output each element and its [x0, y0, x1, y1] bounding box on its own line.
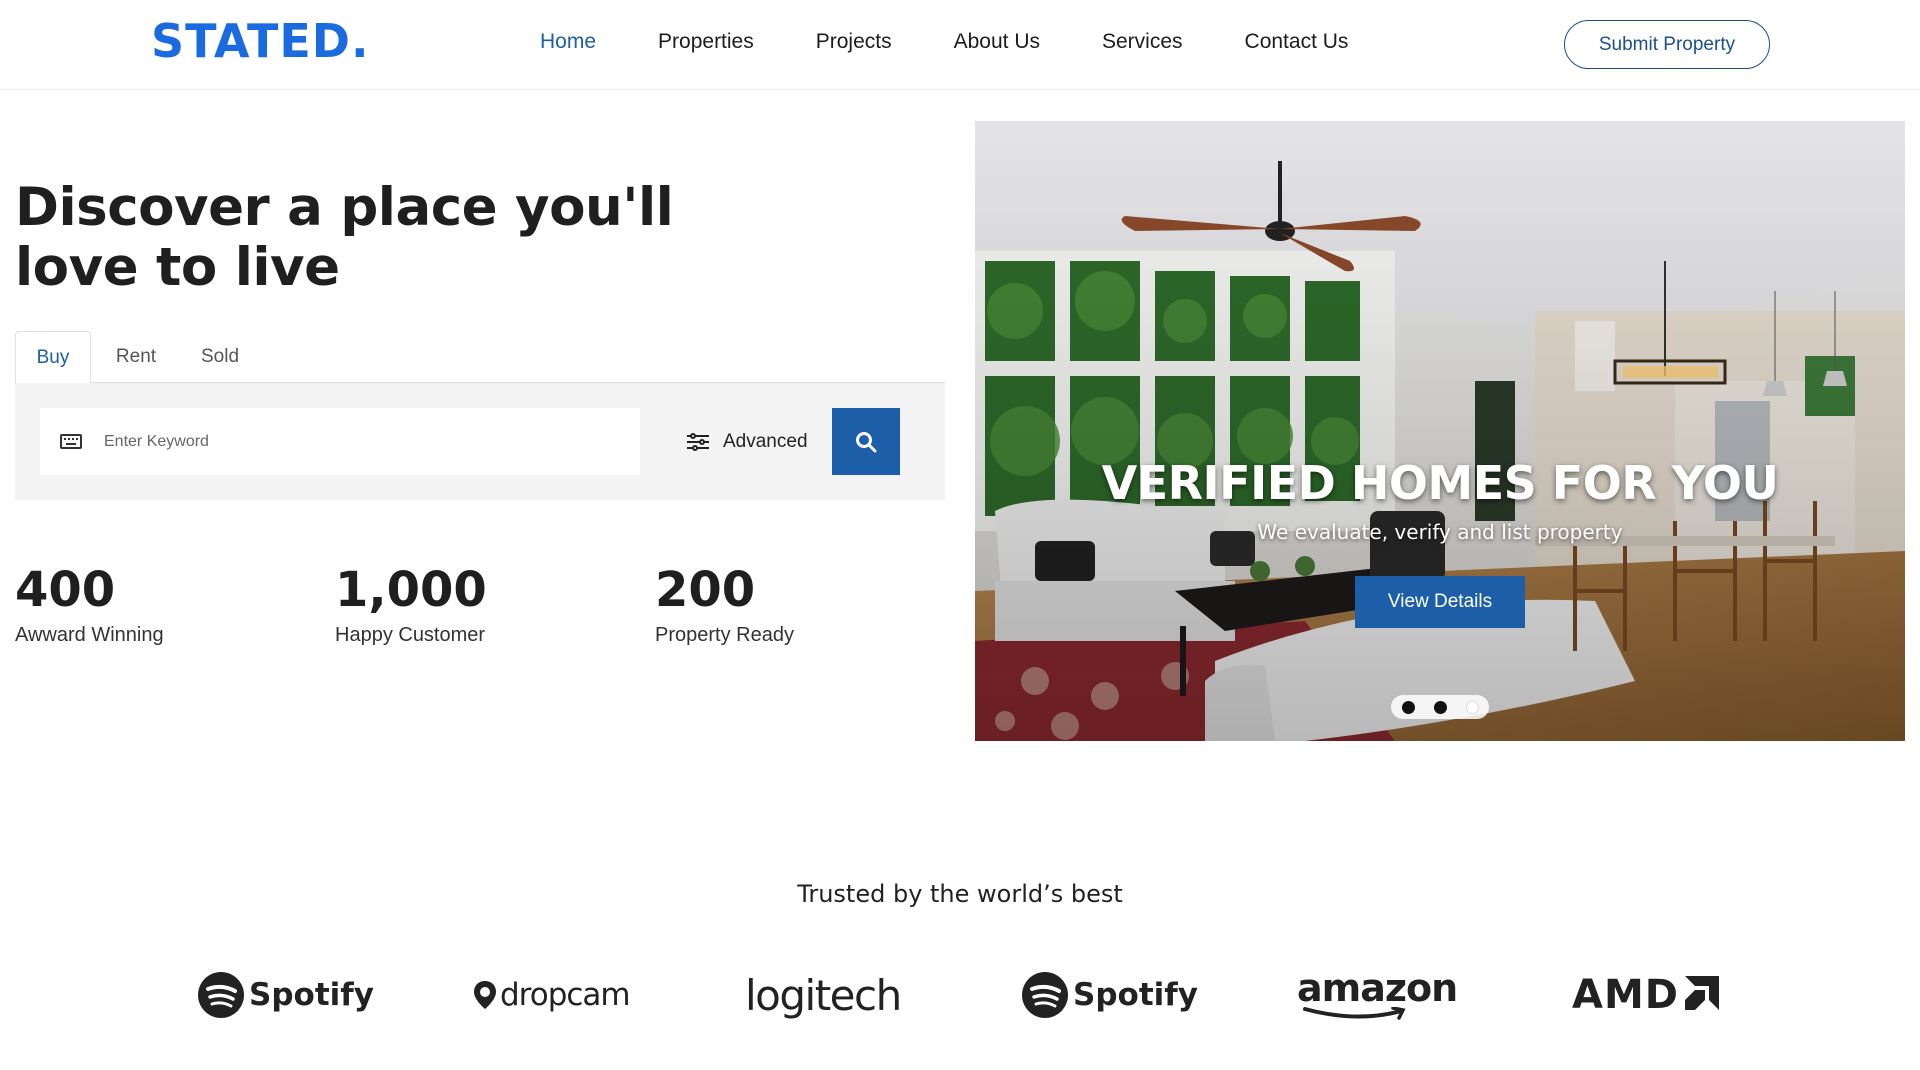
- nav-item-contact-us[interactable]: Contact Us: [1245, 30, 1349, 54]
- nav-item-about-us[interactable]: About Us: [954, 30, 1040, 54]
- living-room-photo: [975, 121, 1905, 741]
- tab-rent[interactable]: Rent: [106, 331, 166, 383]
- logo-logitech: logitech: [745, 970, 902, 1020]
- stat-item: 400 Awward Winning: [15, 560, 164, 647]
- slider-headline: VERIFIED HOMES FOR YOU: [1101, 456, 1779, 510]
- stat-label: Property Ready: [655, 624, 794, 646]
- slider-dot-3[interactable]: [1465, 700, 1479, 714]
- stat-value: 200: [655, 562, 756, 618]
- nav-item-home[interactable]: Home: [540, 30, 596, 54]
- nav-item-projects[interactable]: Projects: [816, 30, 892, 54]
- logo-spotify: Spotify: [198, 965, 374, 1025]
- slider-dot-1[interactable]: [1401, 700, 1415, 714]
- slider-subtitle: We evaluate, verify and list property: [1257, 520, 1623, 544]
- spotify-icon: [1022, 972, 1068, 1018]
- amd-arrow-icon: [1684, 976, 1719, 1010]
- site-logo[interactable]: STATED.: [151, 14, 369, 68]
- search-panel: Advanced: [15, 383, 945, 500]
- submit-property-button[interactable]: Submit Property: [1564, 20, 1770, 69]
- slider-dot-2[interactable]: [1433, 700, 1447, 714]
- navbar: STATED. Home Properties Projects About U…: [0, 0, 1920, 90]
- tab-buy[interactable]: Buy: [15, 331, 91, 384]
- location-pin-icon: [474, 981, 496, 1009]
- search-field: [40, 408, 640, 475]
- logo-dropcam: dropcam: [472, 965, 631, 1025]
- amazon-smile-icon: [1303, 1007, 1406, 1020]
- hero-slider: VERIFIED HOMES FOR YOU We evaluate, veri…: [975, 121, 1905, 741]
- view-details-button[interactable]: View Details: [1355, 576, 1525, 628]
- advanced-filter-button[interactable]: Advanced: [687, 408, 808, 475]
- spotify-icon: [198, 972, 244, 1018]
- logo-amd: AMD: [1572, 965, 1719, 1025]
- keyword-input[interactable]: [104, 432, 604, 451]
- slider-pagination: [1391, 695, 1489, 719]
- slider-caption: VERIFIED HOMES FOR YOU We evaluate, veri…: [975, 456, 1905, 544]
- stat-label: Awward Winning: [15, 624, 164, 646]
- search-tabs: Buy Rent Sold: [15, 331, 945, 384]
- nav-item-properties[interactable]: Properties: [658, 30, 754, 54]
- sliders-icon: [687, 432, 709, 451]
- stat-item: 1,000 Happy Customer: [335, 560, 487, 647]
- search-icon: [856, 431, 877, 452]
- keyboard-icon: [60, 434, 82, 449]
- advanced-label: Advanced: [723, 430, 808, 452]
- trusted-title: Trusted by the world’s best: [797, 880, 1123, 908]
- tab-sold[interactable]: Sold: [190, 331, 250, 383]
- partner-logos: Spotify dropcam logitech Spotify amazon …: [0, 965, 1920, 1025]
- search-button[interactable]: [832, 408, 900, 475]
- stat-label: Happy Customer: [335, 624, 486, 646]
- nav-item-services[interactable]: Services: [1102, 30, 1183, 54]
- logo-amazon: amazon: [1297, 965, 1458, 1025]
- hero-title: Discover a place you'll love to live: [15, 177, 674, 298]
- stat-value: 400: [15, 562, 116, 618]
- stat-item: 200 Property Ready: [655, 560, 794, 647]
- stat-value: 1,000: [335, 562, 487, 618]
- logo-spotify: Spotify: [1022, 965, 1198, 1025]
- main-nav: Home Properties Projects About Us Servic…: [540, 30, 1410, 54]
